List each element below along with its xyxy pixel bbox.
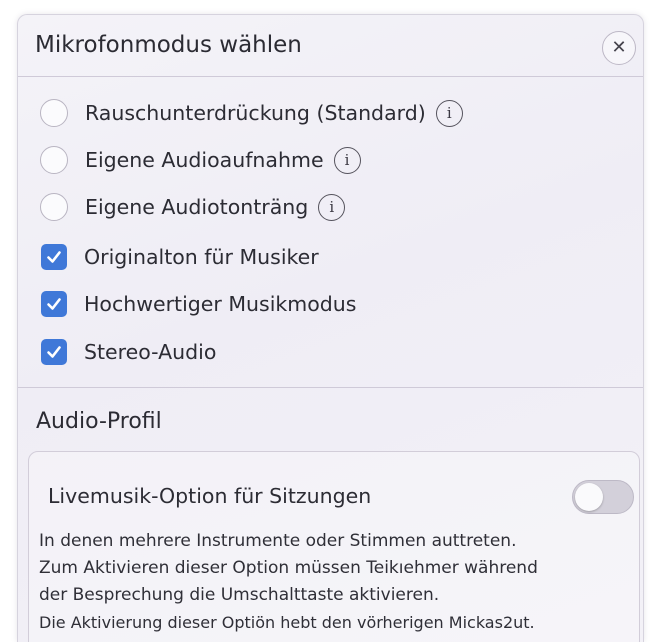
toggle-knob[interactable] [575,483,603,511]
live-music-card: Livemusik-Option für Sitzungen In denen … [28,451,640,642]
live-music-description: In denen mehrere Instrumente oder Stimme… [39,528,639,636]
option-stereo-audio[interactable]: Stereo-Audio [40,337,216,367]
close-icon: ✕ [611,37,627,58]
option-original-sound[interactable]: Originalton für Musiker [40,242,319,272]
description-line: In denen mehrere Instrumente oder Stimme… [39,531,517,551]
description-line: der Besprechung die Umschalttaste aktivi… [39,585,440,605]
dialog-title: Mikrofonmodus wählen [35,32,302,58]
option-label: Originalton für Musiker [84,245,319,269]
option-noise-suppression[interactable]: Rauschunterdrückung (Standard) i [40,98,463,128]
info-icon[interactable]: i [333,146,361,174]
radio-button[interactable] [40,146,68,174]
radio-button[interactable] [40,99,68,127]
option-label: Hochwertiger Musikmodus [84,292,357,316]
checkbox[interactable] [41,291,67,317]
info-icon[interactable]: i [318,193,346,221]
description-line: Zum Aktivieren dieser Option müssen Teik… [39,558,538,578]
radio-button[interactable] [40,193,68,221]
option-label: Stereo-Audio [84,340,217,364]
option-own-audio-recording[interactable]: Eigene Audioaufnahme i [40,145,361,175]
section-divider [18,387,643,388]
dialog-header: Mikrofonmodus wählen ✕ [18,15,643,77]
description-line: Die Aktivierung dieser Optiön hebt den v… [39,613,535,632]
live-music-option-label: Livemusik-Option für Sitzungen [48,484,372,508]
checkmark-icon [47,251,61,263]
checkmark-icon [47,298,61,310]
option-label: Rauschunterdrückung (Standard) [85,101,426,125]
info-icon[interactable]: i [435,99,463,127]
live-music-toggle[interactable] [572,480,634,514]
option-own-audio-separation[interactable]: Eigene Audiotonträng i [40,192,346,222]
option-hq-music-mode[interactable]: Hochwertiger Musikmodus [40,289,356,319]
close-button[interactable]: ✕ [602,31,636,65]
checkmark-icon [47,346,61,358]
mic-mode-dialog: Mikrofonmodus wählen ✕ Rauschunterdrücku… [17,14,644,642]
audio-profile-title: Audio-Profil [36,409,162,434]
option-label: Eigene Audioaufnahme [85,148,324,172]
option-label: Eigene Audiotonträng [85,195,309,219]
checkbox[interactable] [41,339,67,365]
checkbox[interactable] [41,244,67,270]
